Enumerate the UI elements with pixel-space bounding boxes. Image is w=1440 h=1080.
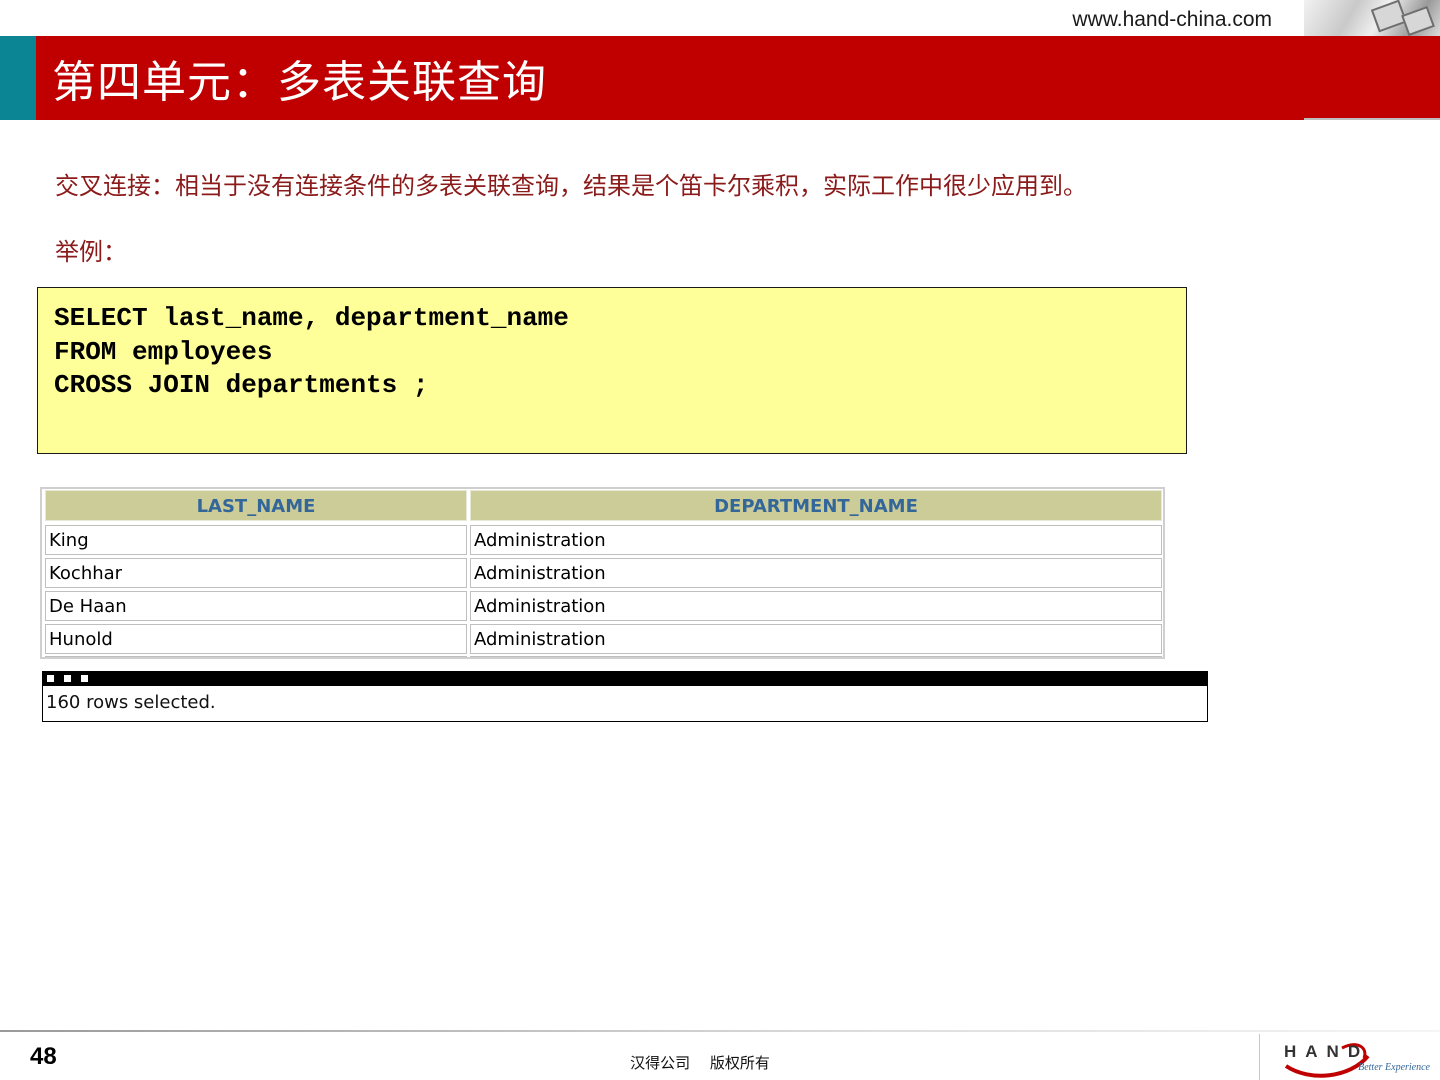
corner-decoration <box>1304 0 1440 36</box>
cell-department-name: Administration <box>470 558 1162 588</box>
column-header-last-name: LAST_NAME <box>45 490 467 521</box>
copyright-text: 汉得公司 版权所有 <box>630 1054 770 1072</box>
title-accent <box>0 36 36 120</box>
cell-last-name: Hunold <box>45 624 467 654</box>
site-url: www.hand-china.com <box>1072 8 1272 31</box>
column-header-department-name: DEPARTMENT_NAME <box>470 490 1162 521</box>
title-bar: 第四单元：多表关联查询 <box>0 36 1440 120</box>
ellipsis-dot <box>81 675 88 682</box>
cell-department-name: Administration <box>470 525 1162 555</box>
rows-selected-status: 160 rows selected. <box>46 692 216 713</box>
ellipsis-bar <box>42 671 1208 687</box>
code-line: FROM employees <box>54 336 273 367</box>
page-number: 48 <box>30 1043 57 1070</box>
page-title: 第四单元：多表关联查询 <box>52 57 547 108</box>
title-underline <box>1304 118 1440 120</box>
cell-last-name: De Haan <box>45 591 467 621</box>
cell-last-name: Kochhar <box>45 558 467 588</box>
cell-last-name: King <box>45 525 467 555</box>
footer-divider-line <box>0 1030 1440 1032</box>
cell-department-name: Administration <box>470 591 1162 621</box>
status-box: 160 rows selected. <box>42 686 1208 722</box>
code-line: CROSS JOIN departments ; <box>54 370 429 400</box>
cell-department-name: Administration <box>470 624 1162 654</box>
sql-code-box: SELECT last_name, department_name FROM e… <box>37 287 1187 454</box>
footer-vertical-divider <box>1259 1034 1260 1080</box>
logo-text: HAND <box>1284 1042 1370 1061</box>
ellipsis-dot <box>64 675 71 682</box>
example-label: 举例： <box>55 238 127 266</box>
ellipsis-dot <box>47 675 54 682</box>
hand-logo: HAND Better Experience <box>1280 1038 1430 1078</box>
code-line: SELECT last_name, department_name <box>54 303 569 333</box>
logo-tagline: Better Experience <box>1358 1062 1430 1073</box>
cross-join-description: 交叉连接：相当于没有连接条件的多表关联查询，结果是个笛卡尔乘积，实际工作中很少应… <box>55 172 1087 200</box>
result-table: LAST_NAME DEPARTMENT_NAME King Administr… <box>40 487 1165 659</box>
